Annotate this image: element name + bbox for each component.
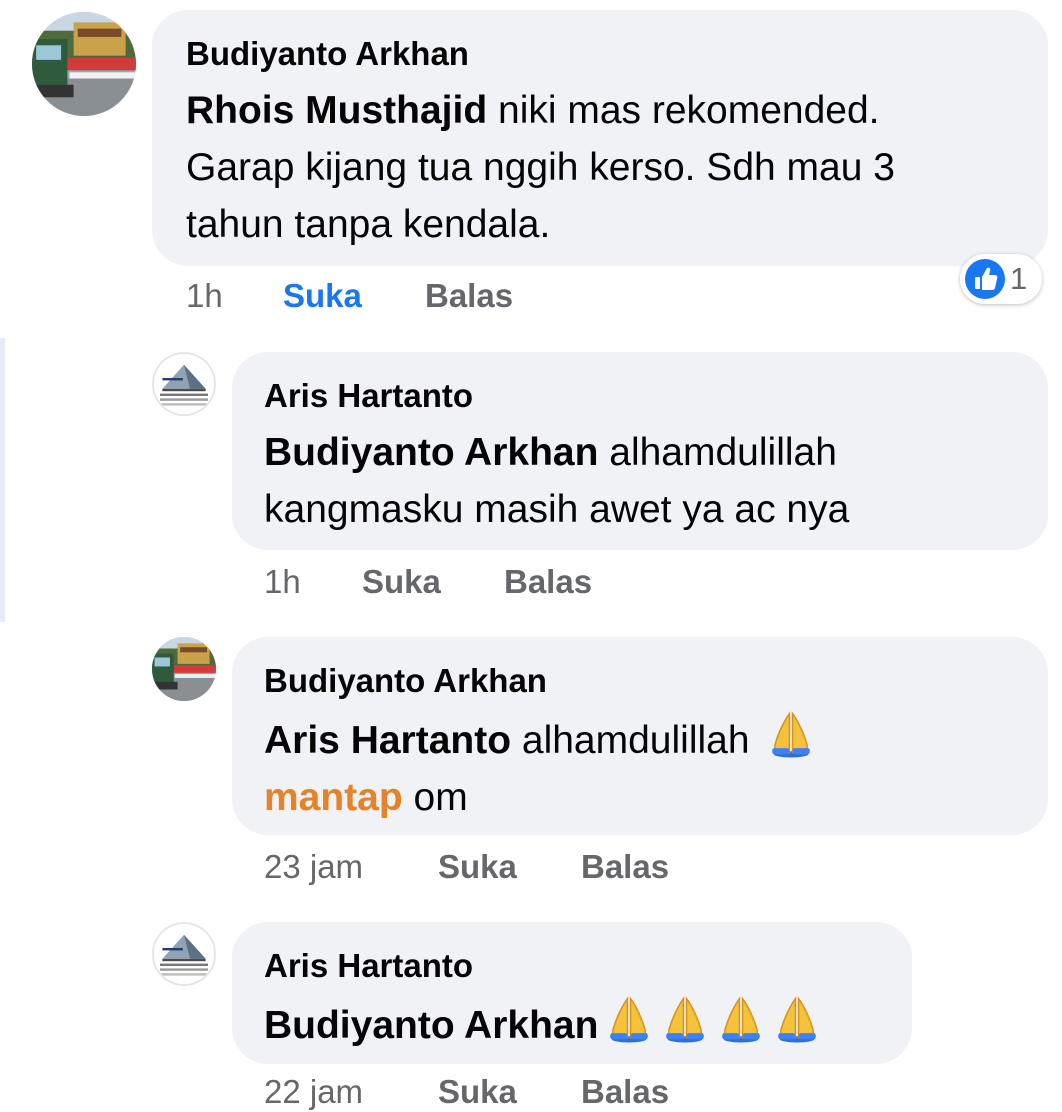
- comment-text: Aris Hartanto alhamdulillah mantap om: [264, 709, 816, 826]
- comment-text: Budiyanto Arkhan: [264, 994, 822, 1054]
- like-button[interactable]: Suka: [362, 562, 441, 602]
- reaction-badge[interactable]: 1: [960, 254, 1042, 304]
- avatar[interactable]: [152, 922, 216, 986]
- comment-author[interactable]: Budiyanto Arkhan: [186, 34, 469, 74]
- folded-hands-icon: [772, 994, 822, 1044]
- thread-line: [0, 338, 5, 622]
- reaction-count: 1: [1010, 261, 1028, 296]
- photo-avatar-icon: [152, 637, 216, 701]
- logo-avatar-icon: [154, 354, 214, 414]
- avatar[interactable]: [32, 12, 136, 116]
- avatar[interactable]: [152, 637, 216, 701]
- comment-author[interactable]: Budiyanto Arkhan: [264, 661, 547, 701]
- like-button[interactable]: Suka: [438, 847, 517, 887]
- comment-time[interactable]: 1h: [186, 276, 223, 316]
- reply-button[interactable]: Balas: [581, 1072, 669, 1112]
- mention-link[interactable]: Rhois Musthajid: [186, 89, 487, 132]
- comment-time[interactable]: 23 jam: [264, 847, 363, 887]
- thumbs-up-icon: [965, 259, 1005, 299]
- folded-hands-icon: [766, 709, 816, 759]
- photo-avatar-icon: [32, 12, 136, 116]
- reply-button[interactable]: Balas: [581, 847, 669, 887]
- comment-time[interactable]: 22 jam: [264, 1072, 363, 1112]
- avatar[interactable]: [152, 352, 216, 416]
- folded-hands-icon: [604, 994, 654, 1044]
- mention-link[interactable]: Budiyanto Arkhan: [264, 431, 598, 474]
- reply-button[interactable]: Balas: [504, 562, 592, 602]
- folded-hands-icon: [660, 994, 710, 1044]
- comment-text: Rhois Musthajid niki mas rekomended. Gar…: [186, 89, 895, 246]
- folded-hands-icon: [716, 994, 766, 1044]
- logo-avatar-icon: [154, 924, 214, 984]
- mention-link[interactable]: Aris Hartanto: [264, 719, 511, 762]
- mention-link[interactable]: Budiyanto Arkhan: [264, 1004, 598, 1047]
- like-button[interactable]: Suka: [283, 276, 362, 316]
- hashtag-link[interactable]: mantap: [264, 776, 403, 819]
- reply-button[interactable]: Balas: [425, 276, 513, 316]
- comment-author[interactable]: Aris Hartanto: [264, 946, 473, 986]
- comment-text: Budiyanto Arkhan alhamdulillah kangmasku…: [264, 431, 850, 531]
- comment-author[interactable]: Aris Hartanto: [264, 376, 473, 416]
- like-button[interactable]: Suka: [438, 1072, 517, 1112]
- comment-time[interactable]: 1h: [264, 562, 301, 602]
